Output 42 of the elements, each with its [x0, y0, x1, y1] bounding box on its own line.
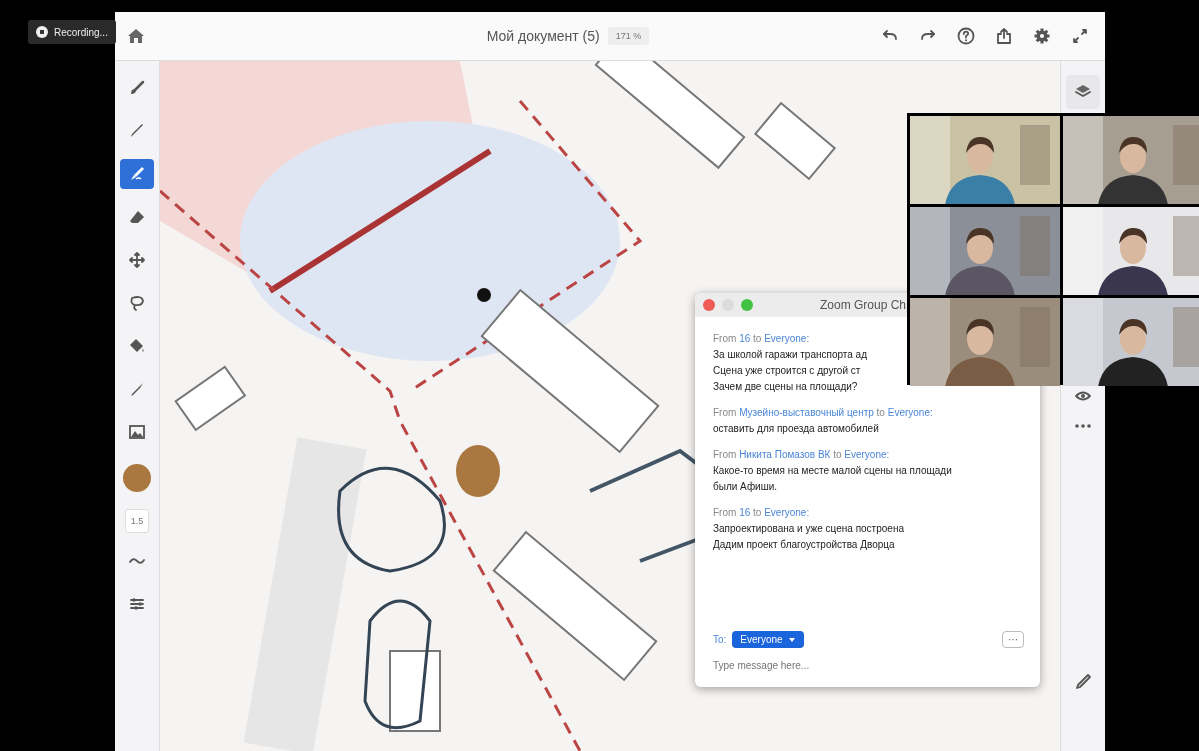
message-text: оставить для проезда автомобилей	[713, 422, 880, 436]
message-header: From Никита Помазов ВК to Everyone:	[713, 448, 891, 462]
expand-icon[interactable]	[1071, 27, 1089, 45]
move-icon	[128, 251, 146, 269]
close-button[interactable]	[703, 299, 715, 311]
to-label: To:	[713, 634, 727, 645]
message-text: Зачем две сцены на площади?	[713, 380, 859, 394]
message-text: были Афиши.	[713, 480, 779, 494]
pen-icon	[128, 122, 146, 140]
message-header: From 16 to Everyone:	[713, 506, 811, 520]
zoom-level[interactable]: 171 %	[607, 27, 650, 45]
message-text: За школой гаражи транспорта ад	[713, 348, 869, 362]
recording-badge[interactable]: Recording...	[28, 20, 116, 44]
cursor-dot	[477, 288, 491, 302]
settings-icon[interactable]	[1033, 27, 1051, 45]
share-icon[interactable]	[995, 27, 1013, 45]
message-text: Сцена уже строится с другой ст	[713, 364, 862, 378]
lasso-icon	[128, 294, 146, 312]
document-title: Мой документ (5)	[486, 28, 600, 44]
home-icon[interactable]	[127, 28, 145, 44]
message-header: From 16 to Everyone:	[713, 332, 811, 346]
brush-icon	[128, 79, 146, 97]
brush-size[interactable]: 1.5	[124, 509, 150, 533]
marker-icon	[128, 165, 146, 183]
color-swatch[interactable]	[123, 464, 151, 492]
window-title: Zoom Group Ch	[820, 298, 907, 312]
recipient-dropdown[interactable]: Everyone	[732, 631, 804, 648]
pencil-icon[interactable]	[1074, 673, 1092, 691]
message-text: Какое-то время на месте малой сцены на площади	[713, 464, 953, 478]
bucket-icon	[128, 337, 146, 355]
image-icon	[128, 423, 146, 441]
message-text: Запроектирована и уже сцена построена	[713, 522, 905, 536]
message-text: Дадим проект благоустройства Дворца	[713, 538, 896, 552]
stop-icon	[36, 26, 48, 38]
help-icon[interactable]	[957, 27, 975, 45]
more-button[interactable]: ···	[1002, 631, 1024, 648]
message-field[interactable]: Type message here...	[713, 656, 1022, 675]
sliders-icon	[128, 595, 146, 613]
caret-icon	[787, 636, 796, 643]
tool-button[interactable]	[120, 159, 154, 189]
message-header: From Музейно-выставочный центр to Everyone:	[713, 406, 934, 420]
eraser-icon	[128, 208, 146, 226]
